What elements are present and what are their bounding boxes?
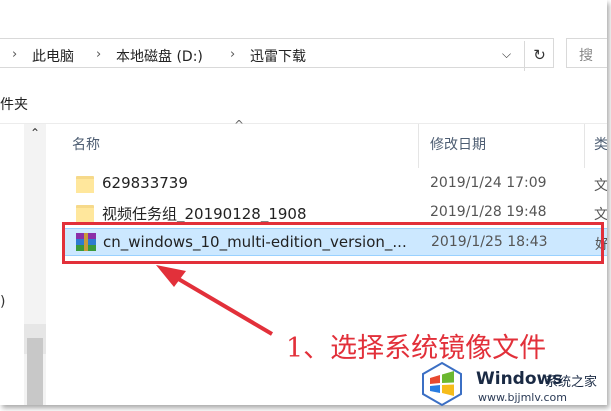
windows-logo-icon [422, 361, 462, 407]
watermark-url: www.bjjmlv.com [478, 391, 567, 404]
watermark-subtitle: 系统之家 [545, 375, 598, 390]
watermark: Windows 系统之家 www.bjjmlv.com [418, 360, 608, 408]
explorer-window: › 此电脑 › 本地磁盘 (D:) › 迅雷下载 ⌵ ↻ 搜 件夹 ) ⌃ ^ … [0, 0, 607, 405]
